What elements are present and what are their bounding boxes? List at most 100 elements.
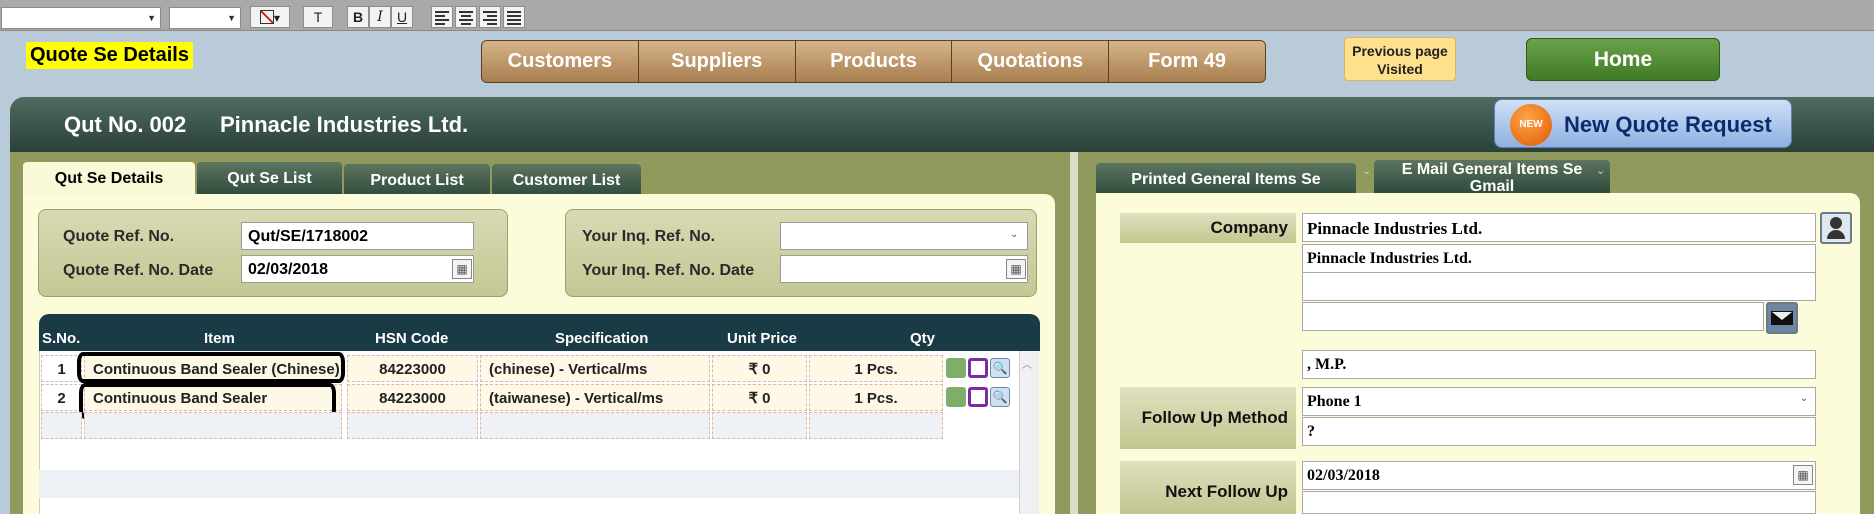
previous-page-line2: Visited bbox=[1377, 61, 1423, 77]
font-size-select[interactable]: ▼ bbox=[169, 7, 241, 29]
column-specification: Specification bbox=[555, 330, 649, 347]
underline-button[interactable]: U bbox=[391, 6, 413, 28]
company-title: Pinnacle Industries Ltd. bbox=[220, 112, 469, 137]
no-fill-icon bbox=[259, 10, 274, 24]
quote-ref-date-label: Quote Ref. No. Date bbox=[63, 262, 214, 279]
chevron-down-icon: ⌄ bbox=[1362, 165, 1372, 177]
address-field[interactable]: , M.P. bbox=[1302, 350, 1816, 379]
row-spec[interactable] bbox=[480, 412, 710, 439]
next-follow-up-label: Next Follow Up bbox=[1120, 461, 1296, 514]
bold-button[interactable]: B bbox=[347, 6, 369, 28]
previous-page-button[interactable]: Previous page Visited bbox=[1344, 37, 1456, 81]
panel-divider[interactable] bbox=[1070, 152, 1078, 514]
company-label: Company bbox=[1120, 213, 1296, 243]
tab-printed-general-items[interactable]: Printed General Items Se bbox=[1096, 163, 1356, 196]
search-icon[interactable]: 🔍 bbox=[990, 387, 1010, 407]
row-qty[interactable]: 1 Pcs. bbox=[809, 384, 943, 411]
company-field[interactable]: Pinnacle Industries Ltd. bbox=[1302, 213, 1816, 242]
align-right-button[interactable] bbox=[479, 6, 501, 28]
inquiry-ref-date-label: Your Inq. Ref. No. Date bbox=[582, 262, 755, 279]
quote-ref-date-field[interactable]: 02/03/2018 bbox=[241, 255, 474, 283]
search-icon[interactable]: 🔍 bbox=[990, 358, 1010, 378]
calendar-icon[interactable]: ▦ bbox=[452, 259, 472, 279]
follow-up-detail-field[interactable]: ? bbox=[1302, 417, 1816, 446]
next-follow-up-note-field[interactable] bbox=[1302, 491, 1816, 514]
inquiry-ref-no-select[interactable] bbox=[780, 222, 1028, 250]
align-center-button[interactable] bbox=[455, 6, 477, 28]
quote-number: Qut No. 002 bbox=[64, 112, 187, 137]
tab-customer-list[interactable]: Customer List bbox=[492, 164, 641, 197]
grid-stripe bbox=[39, 470, 1019, 498]
highlight-oval bbox=[77, 352, 345, 383]
column-hsn-code: HSN Code bbox=[375, 330, 449, 347]
column-unit-price: Unit Price bbox=[727, 330, 798, 347]
align-justify-button[interactable] bbox=[503, 6, 525, 28]
row-price[interactable]: ₹ 0 bbox=[712, 355, 807, 382]
nav-customers-button[interactable]: Customers bbox=[482, 41, 639, 82]
company-name-field[interactable]: Pinnacle Industries Ltd. bbox=[1302, 244, 1816, 273]
fill-color-button[interactable]: ▼ bbox=[250, 6, 290, 28]
quote-ref-no-field[interactable]: Qut/SE/1718002 bbox=[241, 222, 474, 250]
tab-email-sub: Gmail bbox=[1469, 178, 1515, 193]
trash-icon[interactable] bbox=[946, 387, 966, 407]
column-item: Item bbox=[204, 330, 235, 347]
quote-ref-no-label: Quote Ref. No. bbox=[63, 228, 175, 245]
previous-page-line1: Previous page bbox=[1352, 43, 1448, 59]
chevron-down-icon: ▼ bbox=[227, 13, 236, 23]
row-price[interactable] bbox=[712, 412, 807, 439]
trash-icon[interactable] bbox=[946, 358, 966, 378]
chevron-down-icon: ⌄ bbox=[1596, 165, 1606, 177]
next-follow-up-date-field[interactable]: 02/03/2018 bbox=[1302, 461, 1816, 490]
row-sno: 1 bbox=[41, 355, 82, 382]
row-sno: 2 bbox=[41, 384, 82, 411]
row-hsn[interactable] bbox=[347, 412, 478, 439]
row-hsn[interactable]: 84223000 bbox=[347, 355, 478, 382]
contact-card-icon[interactable] bbox=[1820, 212, 1852, 244]
row-spec[interactable]: (taiwanese) - Vertical/ms bbox=[480, 384, 710, 411]
chevron-up-icon[interactable]: ︿ bbox=[1022, 356, 1032, 371]
nav-quotations-button[interactable]: Quotations bbox=[952, 41, 1110, 82]
tab-email-general-items[interactable]: E Mail General Items Se Gmail bbox=[1374, 160, 1610, 193]
new-badge-icon: NEW bbox=[1510, 104, 1552, 146]
inquiry-ref-no-label: Your Inq. Ref. No. bbox=[582, 228, 716, 245]
window-icon[interactable] bbox=[968, 387, 988, 407]
items-grid-header bbox=[39, 314, 1040, 351]
font-name-select[interactable]: ▼ bbox=[1, 7, 161, 29]
chevron-down-icon: ⌄ bbox=[1010, 229, 1019, 240]
grid-scrollbar[interactable] bbox=[1019, 351, 1039, 514]
italic-button[interactable]: I bbox=[369, 6, 391, 28]
tab-email-label: E Mail General Items Se bbox=[1401, 161, 1583, 178]
row-qty[interactable]: 1 Pcs. bbox=[809, 355, 943, 382]
table-row-new[interactable] bbox=[39, 411, 1019, 440]
calendar-icon[interactable]: ▦ bbox=[1793, 465, 1813, 485]
row-price[interactable]: ₹ 0 bbox=[712, 384, 807, 411]
row-item[interactable] bbox=[84, 412, 342, 439]
window-icon[interactable] bbox=[968, 358, 988, 378]
nav-form49-button[interactable]: Form 49 bbox=[1109, 41, 1265, 82]
row-sno bbox=[41, 412, 82, 439]
row-spec[interactable]: (chinese) - Vertical/ms bbox=[480, 355, 710, 382]
nav-suppliers-button[interactable]: Suppliers bbox=[638, 41, 796, 82]
tab-qut-se-list[interactable]: Qut Se List bbox=[197, 162, 342, 195]
company-line3-field[interactable] bbox=[1302, 272, 1816, 301]
home-button[interactable]: Home bbox=[1526, 38, 1720, 81]
mail-icon[interactable] bbox=[1766, 302, 1798, 334]
chevron-down-icon: ▼ bbox=[147, 13, 156, 23]
tab-qut-se-details[interactable]: Qut Se Details bbox=[23, 162, 195, 195]
tab-product-list[interactable]: Product List bbox=[344, 164, 490, 197]
text-style-button[interactable]: T bbox=[303, 6, 333, 28]
inquiry-ref-date-field[interactable] bbox=[780, 255, 1028, 283]
new-quote-request-label[interactable]: New Quote Request bbox=[1564, 112, 1772, 138]
align-left-button[interactable] bbox=[431, 6, 453, 28]
page-title: Quote Se Details bbox=[26, 42, 193, 69]
calendar-icon[interactable]: ▦ bbox=[1006, 259, 1026, 279]
column-qty: Qty bbox=[910, 330, 936, 347]
nav-products-button[interactable]: Products bbox=[795, 41, 953, 82]
column-sno: S.No. bbox=[42, 330, 81, 347]
follow-up-method-select[interactable]: Phone 1 bbox=[1302, 387, 1816, 416]
follow-up-method-label: Follow Up Method bbox=[1120, 387, 1296, 449]
row-qty[interactable] bbox=[809, 412, 943, 439]
email-field[interactable] bbox=[1302, 302, 1764, 331]
row-hsn[interactable]: 84223000 bbox=[347, 384, 478, 411]
format-toolbar: ▼ ▼ ▼ T B I U bbox=[0, 0, 1874, 31]
